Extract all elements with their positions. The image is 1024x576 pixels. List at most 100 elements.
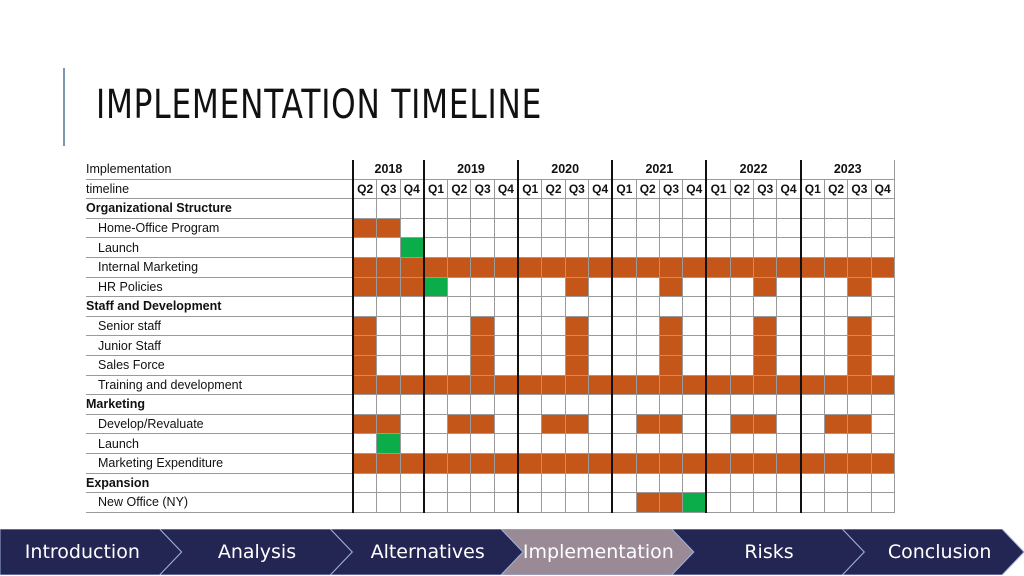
- quarter-header: Q1: [517, 179, 542, 200]
- timeline-cell-empty: [658, 218, 683, 239]
- timeline-cell-active: [658, 316, 683, 337]
- timeline-cell-empty: [658, 394, 683, 415]
- timeline-cell-empty: [399, 473, 424, 494]
- timeline-cell-active: [729, 257, 754, 278]
- timeline-cell-active: [799, 375, 825, 396]
- task-row: Internal Marketing: [86, 257, 895, 278]
- timeline-cell-active: [470, 414, 495, 435]
- timeline-cell-empty: [564, 433, 589, 454]
- timeline-cell-active: [564, 453, 589, 474]
- timeline-cell-active: [376, 218, 401, 239]
- timeline-cell-empty: [870, 218, 895, 239]
- timeline-cell-empty: [776, 355, 801, 376]
- timeline-cell-empty: [611, 433, 637, 454]
- timeline-cell-empty: [847, 198, 872, 219]
- timeline-cell-empty: [422, 316, 448, 337]
- section-row: Staff and Development: [86, 296, 895, 317]
- timeline-cell-empty: [705, 414, 731, 435]
- timeline-cell-empty: [422, 414, 448, 435]
- timeline-cell-empty: [729, 492, 754, 513]
- timeline-cell-empty: [541, 316, 566, 337]
- timeline-cell-active: [470, 355, 495, 376]
- nav-item-implementation[interactable]: Implementation: [516, 529, 681, 575]
- timeline-cell-empty: [682, 296, 707, 317]
- timeline-cell-empty: [847, 218, 872, 239]
- timeline-cell-empty: [823, 433, 848, 454]
- timeline-cell-empty: [541, 296, 566, 317]
- timeline-cell-empty: [682, 473, 707, 494]
- task-label: Launch: [86, 237, 353, 258]
- timeline-cell-empty: [517, 277, 542, 298]
- timeline-cell-empty: [823, 394, 848, 415]
- timeline-cell-active: [635, 375, 660, 396]
- timeline-cell-active: [658, 492, 683, 513]
- task-label: Junior Staff: [86, 335, 353, 356]
- timeline-cell-empty: [658, 433, 683, 454]
- timeline-cell-empty: [705, 316, 731, 337]
- timeline-cell-empty: [399, 218, 424, 239]
- timeline-cell-empty: [682, 277, 707, 298]
- timeline-cell-empty: [447, 198, 471, 219]
- timeline-cell-empty: [776, 198, 801, 219]
- timeline-cell-empty: [399, 198, 424, 219]
- timeline-cell-empty: [470, 296, 495, 317]
- timeline-cell-empty: [352, 492, 377, 513]
- timeline-cell-empty: [729, 277, 754, 298]
- timeline-cell-active: [587, 453, 613, 474]
- timeline-cell-active: [753, 257, 777, 278]
- nav-item-conclusion[interactable]: Conclusion: [857, 529, 1022, 575]
- nav-item-introduction[interactable]: Introduction: [0, 529, 165, 575]
- year-header: 2020: [517, 160, 613, 180]
- task-row: Marketing Expenditure: [86, 453, 895, 474]
- timeline-cell-empty: [447, 492, 471, 513]
- timeline-cell-empty: [564, 492, 589, 513]
- quarter-header: Q3: [753, 179, 777, 200]
- timeline-cell-milestone: [682, 492, 707, 513]
- timeline-cell-empty: [870, 296, 895, 317]
- timeline-cell-empty: [611, 296, 637, 317]
- timeline-cell-active: [564, 335, 589, 356]
- quarter-header: Q4: [587, 179, 613, 200]
- timeline-cell-active: [352, 335, 377, 356]
- task-row: Develop/Revaluate: [86, 414, 895, 435]
- timeline-cell-active: [376, 257, 401, 278]
- timeline-cell-empty: [705, 237, 731, 258]
- section-label: Expansion: [86, 473, 353, 494]
- timeline-cell-empty: [447, 394, 471, 415]
- timeline-cell-empty: [352, 296, 377, 317]
- timeline-cell-empty: [587, 355, 613, 376]
- timeline-cell-empty: [823, 316, 848, 337]
- timeline-cell-empty: [753, 237, 777, 258]
- timeline-cell-empty: [352, 433, 377, 454]
- timeline-cell-empty: [847, 433, 872, 454]
- timeline-cell-empty: [799, 492, 825, 513]
- timeline-cell-empty: [611, 473, 637, 494]
- timeline-cell-active: [352, 375, 377, 396]
- timeline-cell-empty: [587, 198, 613, 219]
- timeline-cell-empty: [517, 355, 542, 376]
- timeline-cell-active: [447, 375, 471, 396]
- timeline-cell-empty: [470, 198, 495, 219]
- timeline-cell-empty: [658, 237, 683, 258]
- quarter-header: Q2: [541, 179, 566, 200]
- timeline-cell-empty: [399, 355, 424, 376]
- timeline-cell-active: [847, 335, 872, 356]
- timeline-cell-empty: [493, 218, 519, 239]
- timeline-cell-active: [564, 414, 589, 435]
- timeline-cell-active: [541, 375, 566, 396]
- timeline-cell-empty: [517, 316, 542, 337]
- timeline-cell-empty: [541, 355, 566, 376]
- task-label: Internal Marketing: [86, 257, 353, 278]
- nav-item-risks[interactable]: Risks: [687, 529, 852, 575]
- timeline-cell-empty: [799, 296, 825, 317]
- timeline-cell-active: [753, 316, 777, 337]
- nav-item-analysis[interactable]: Analysis: [175, 529, 340, 575]
- timeline-cell-empty: [729, 473, 754, 494]
- timeline-cell-empty: [658, 198, 683, 219]
- timeline-cell-empty: [635, 355, 660, 376]
- timeline-cell-empty: [564, 218, 589, 239]
- quarter-header: Q3: [564, 179, 589, 200]
- timeline-cell-empty: [470, 433, 495, 454]
- nav-item-alternatives[interactable]: Alternatives: [345, 529, 510, 575]
- timeline-cell-empty: [564, 198, 589, 219]
